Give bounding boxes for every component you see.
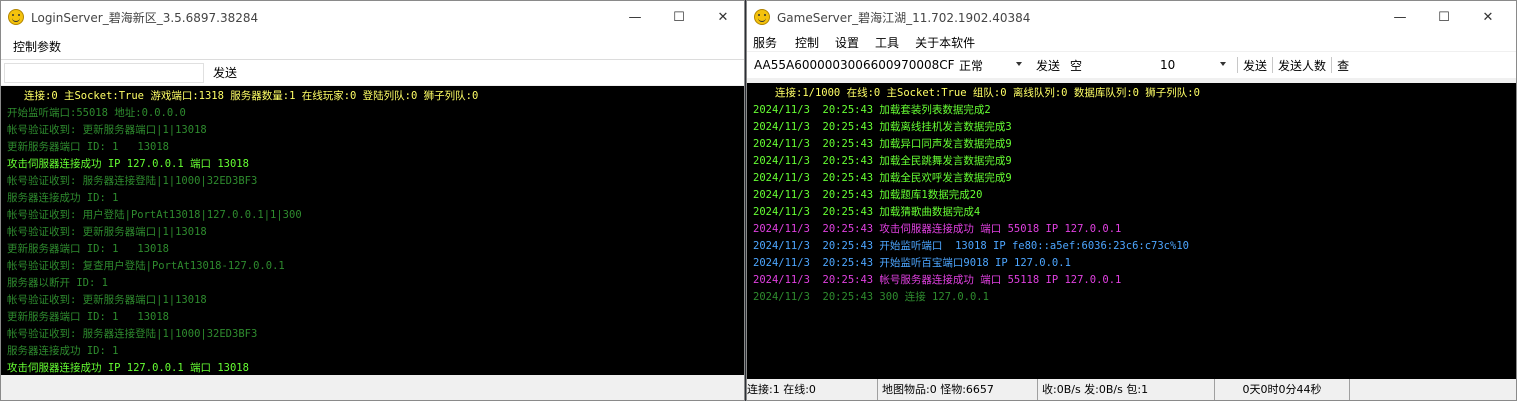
status-connections: 连接:1 在线:0 (747, 379, 878, 400)
log-line: 2024/11/3 20:25:43 加载套装列表数据完成2 (753, 104, 991, 116)
menu-control-params[interactable]: 控制参数 (7, 38, 67, 55)
login-log-lines: 开始监听端口:55018 地址:0.0.0.0 帐号验证收到: 更新服务器端口|1… (7, 105, 744, 375)
maximize-button[interactable]: ☐ (656, 1, 702, 33)
status-empty (1350, 379, 1516, 400)
log-line: 2024/11/3 20:25:43 攻击伺服器连接成功 端口 55018 IP… (753, 223, 1122, 235)
log-line: 攻击伺服器连接成功 IP 127.0.0.1 端口 13018 (7, 362, 249, 374)
count-select[interactable]: 10 (1156, 55, 1233, 75)
login-window-title: LoginServer_碧海新区_3.5.6897.38284 (31, 10, 259, 25)
log-line: 2024/11/3 20:25:43 加载全民欢呼发言数据完成9 (753, 172, 1012, 184)
log-line: 更新服务器端口 ID: 1 13018 (7, 311, 170, 323)
login-log-console[interactable]: 连接:0 主Socket:True 游戏端口:1318 服务器数量:1 在线玩家… (1, 86, 744, 375)
log-line: 服务器连接成功 ID: 1 (7, 192, 119, 204)
log-line: 帐号验证收到: 服务器连接登陆|1|1000|32ED3BF3 (7, 328, 258, 340)
log-line: 服务器连接成功 ID: 1 (7, 345, 119, 357)
status-uptime: 0天0时0分44秒 (1215, 379, 1350, 400)
log-line: 帐号验证收到: 更新服务器端口|1|13018 (7, 124, 207, 136)
chevron-down-icon (1016, 62, 1022, 66)
log-line: 2024/11/3 20:25:43 加载全民跳舞发言数据完成9 (753, 155, 1012, 167)
maximize-button[interactable]: ☐ (1421, 1, 1467, 33)
log-line: 2024/11/3 20:25:43 加载异口同声发言数据完成9 (753, 138, 1012, 150)
chevron-down-icon (1220, 62, 1227, 66)
log-line: 2024/11/3 20:25:43 开始监听百宝端口9018 IP 127.0… (753, 257, 1071, 269)
log-line: 帐号验证收到: 服务器连接登陆|1|1000|32ED3BF3 (7, 175, 258, 187)
log-line: 2024/11/3 20:25:43 帐号服务器连接成功 端口 55118 IP… (753, 274, 1122, 286)
login-command-input[interactable] (4, 62, 204, 83)
toolbar-divider (1272, 57, 1274, 73)
empty-label: 空 (1070, 58, 1083, 73)
minimize-button[interactable]: — (612, 1, 658, 33)
log-line: 帐号验证收到: 更新服务器端口|1|13018 (7, 226, 207, 238)
toolbar-divider (1331, 57, 1333, 73)
log-line: 服务器以断开 ID: 1 (7, 277, 108, 289)
log-line: 开始监听端口:55018 地址:0.0.0.0 (7, 107, 186, 119)
menu-service[interactable]: 服务 (747, 34, 783, 51)
smiley-app-icon (754, 9, 770, 25)
login-server-window: LoginServer_碧海新区_3.5.6897.38284 — ☐ ✕ 控制… (0, 0, 745, 401)
menu-about[interactable]: 关于本软件 (909, 34, 981, 51)
log-line: 2024/11/3 20:25:43 加载猜歌曲数据完成4 (753, 206, 981, 218)
login-send-button[interactable]: 发送 (213, 64, 237, 81)
log-line: 2024/11/3 20:25:43 开始监听端口 13018 IP fe80:… (753, 240, 1189, 252)
log-line: 更新服务器端口 ID: 1 13018 (7, 141, 170, 153)
log-line: 2024/11/3 20:25:43 300 连接 127.0.0.1 (753, 291, 989, 303)
log-line: 2024/11/3 20:25:43 加载题库1数据完成20 (753, 189, 983, 201)
game-send-button[interactable]: 发送 (1036, 57, 1060, 74)
smiley-app-icon (8, 9, 24, 25)
log-line: 帐号验证收到: 更新服务器端口|1|13018 (7, 294, 207, 306)
check-button[interactable]: 查 (1337, 57, 1349, 74)
close-button[interactable]: ✕ (700, 1, 744, 33)
menu-settings[interactable]: 设置 (829, 34, 865, 51)
login-menu-bar: 控制参数 (1, 33, 744, 59)
log-line: 帐号验证收到: 复查用户登陆|PortAt13018-127.0.0.1 (7, 260, 285, 272)
toolbar-divider (1237, 57, 1239, 73)
game-toolbar: AA55A6000003006600970008CFB 正常 发送 空 10 发… (747, 52, 1516, 78)
send-count-button[interactable]: 发送人数 (1278, 57, 1326, 74)
menu-tools[interactable]: 工具 (869, 34, 905, 51)
log-line: 2024/11/3 20:25:43 加载离线挂机发言数据完成3 (753, 121, 1012, 133)
status-network: 收:0B/s 发:0B/s 包:1 (1038, 379, 1215, 400)
game-window-title: GameServer_碧海江湖_11.702.1902.40384 (777, 10, 1031, 25)
log-line: 攻击伺服器连接成功 IP 127.0.0.1 端口 13018 (7, 158, 249, 170)
login-bottom-bar (1, 375, 744, 400)
game-status-header: 连接:1/1000 在线:0 主Socket:True 组队:0 离线队列:0 … (775, 87, 1200, 99)
game-server-window: GameServer_碧海江湖_11.702.1902.40384 — ☐ ✕ … (746, 0, 1517, 401)
log-line: 帐号验证收到: 用户登陆|PortAt13018|127.0.0.1|1|300 (7, 209, 302, 221)
mode-select[interactable]: 正常 (955, 55, 1028, 75)
login-title-bar[interactable]: LoginServer_碧海新区_3.5.6897.38284 — ☐ ✕ (1, 1, 744, 33)
status-map-items: 地图物品:0 怪物:6657 (878, 379, 1038, 400)
login-toolbar: 发送 (1, 59, 744, 85)
log-line: 更新服务器端口 ID: 1 13018 (7, 243, 170, 255)
login-status-header: 连接:0 主Socket:True 游戏端口:1318 服务器数量:1 在线玩家… (24, 90, 479, 102)
game-title-bar[interactable]: GameServer_碧海江湖_11.702.1902.40384 — ☐ ✕ (747, 1, 1516, 33)
game-menu-bar: 服务 控制 设置 工具 关于本软件 (747, 33, 1516, 51)
game-log-lines: 2024/11/3 20:25:43 加载套装列表数据完成2 2024/11/3 … (753, 102, 1516, 306)
close-button[interactable]: ✕ (1465, 1, 1511, 33)
minimize-button[interactable]: — (1377, 1, 1423, 33)
game-status-bar: 连接:1 在线:0 地图物品:0 怪物:6657 收:0B/s 发:0B/s 包… (747, 379, 1516, 400)
player-id-input[interactable]: AA55A6000003006600970008CFB (750, 55, 963, 75)
game-log-console[interactable]: 连接:1/1000 在线:0 主Socket:True 组队:0 离线队列:0 … (747, 83, 1516, 380)
menu-control[interactable]: 控制 (789, 34, 825, 51)
send-button-2[interactable]: 发送 (1243, 57, 1267, 74)
